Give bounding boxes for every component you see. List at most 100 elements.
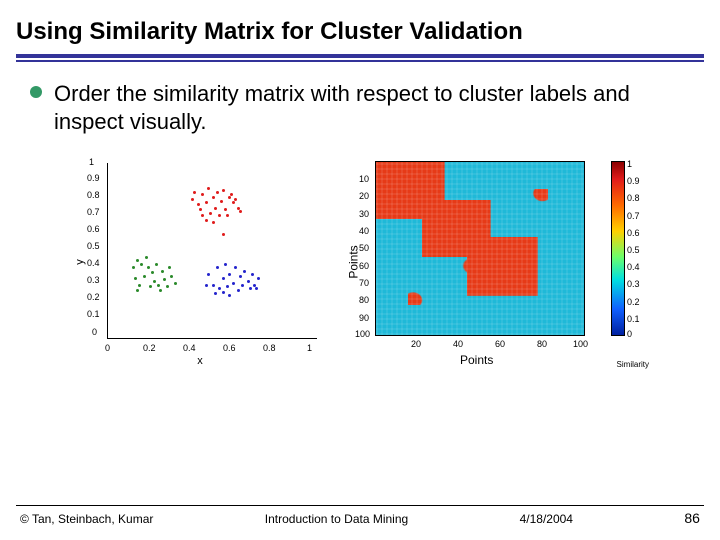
scatter-point [155,263,158,266]
footer-page-number: 86 [684,510,700,526]
scatter-point [237,207,240,210]
scatter-point [191,198,194,201]
hm-ytick: 20 [359,191,369,201]
hm-ytick: 10 [359,174,369,184]
ytick: 1 [89,157,94,167]
scatter-point [228,294,231,297]
scatter-point [232,282,235,285]
scatter-point [251,273,254,276]
scatter-point [243,270,246,273]
slide-title: Using Similarity Matrix for Cluster Vali… [0,0,720,54]
scatter-point [228,196,231,199]
scatter-point [134,277,137,280]
scatter-point [222,277,225,280]
scatter-point [138,284,141,287]
hm-xtick: 100 [573,339,588,349]
scatter-point [197,203,200,206]
scatter-point [232,201,235,204]
ytick: 0 [92,327,97,337]
scatter-point [201,214,204,217]
scatter-point [212,196,215,199]
ytick: 0.2 [87,292,100,302]
ytick: 0.1 [87,309,100,319]
cbar-tick: 0.2 [627,297,645,307]
cbar-tick: 0.1 [627,314,645,324]
hm-xtick: 80 [537,339,547,349]
hm-ytick: 80 [359,295,369,305]
scatter-point [199,208,202,211]
scatter-point [234,266,237,269]
xtick: 0.8 [263,343,276,353]
cbar-tick: 1 [627,159,645,169]
hm-xtick: 60 [495,339,505,349]
cbar-tick: 0.9 [627,176,645,186]
title-underline [0,54,720,62]
bullet-text: Order the similarity matrix with respect… [54,80,690,135]
scatter-point [239,275,242,278]
scatter-point [226,285,229,288]
scatter-point [214,207,217,210]
scatter-point [257,277,260,280]
cbar-tick: 0.8 [627,193,645,203]
scatter-point [224,263,227,266]
heatmap-xlabel: Points [460,353,493,367]
scatter-point [153,280,156,283]
scatter-point [214,292,217,295]
xtick: 0.6 [223,343,236,353]
hm-ytick: 70 [359,278,369,288]
scatter-point [207,187,210,190]
scatter-point [218,287,221,290]
xtick: 1 [307,343,312,353]
colorbar-label: Similarity [617,360,649,369]
scatter-point [218,214,221,217]
scatter-point [157,284,160,287]
scatter-point [239,210,242,213]
cbar-tick: 0.4 [627,262,645,272]
scatter-point [161,270,164,273]
similarity-heatmap: Points Points Similarity 10 20 30 40 50 … [345,157,645,367]
scatter-point [216,266,219,269]
scatter-point [170,275,173,278]
ytick: 0.5 [87,241,100,251]
scatter-point [151,271,154,274]
scatter-point [143,275,146,278]
scatter-point [168,266,171,269]
scatter-point [159,289,162,292]
scatter-point [145,256,148,259]
scatter-point [255,287,258,290]
hm-xtick: 40 [453,339,463,349]
scatter-point [222,233,225,236]
scatter-point [136,259,139,262]
scatter-point [212,284,215,287]
scatter-point [166,285,169,288]
scatter-point [224,208,227,211]
scatter-point [205,219,208,222]
xtick: 0.2 [143,343,156,353]
ytick: 0.8 [87,190,100,200]
scatter-point [132,266,135,269]
cbar-tick: 0.3 [627,279,645,289]
ytick: 0.7 [87,207,100,217]
scatter-point [207,273,210,276]
scatter-point [216,191,219,194]
colorbar [611,161,625,336]
scatter-xlabel: x [197,355,203,367]
footer-center: Introduction to Data Mining [265,512,408,526]
scatter-point [220,200,223,203]
xtick: 0 [105,343,110,353]
scatter-point [228,273,231,276]
footer-rule [16,505,704,506]
scatter-point [222,291,225,294]
hm-ytick: 30 [359,209,369,219]
scatter-point [149,285,152,288]
hm-xtick: 20 [411,339,421,349]
scatter-point [147,266,150,269]
bullet-dot-icon [30,86,42,98]
bullet-item: Order the similarity matrix with respect… [30,80,690,135]
hm-ytick: 60 [359,261,369,271]
scatter-point [212,221,215,224]
scatter-point [226,214,229,217]
xtick: 0.4 [183,343,196,353]
scatter-point [205,284,208,287]
scatter-point [201,193,204,196]
